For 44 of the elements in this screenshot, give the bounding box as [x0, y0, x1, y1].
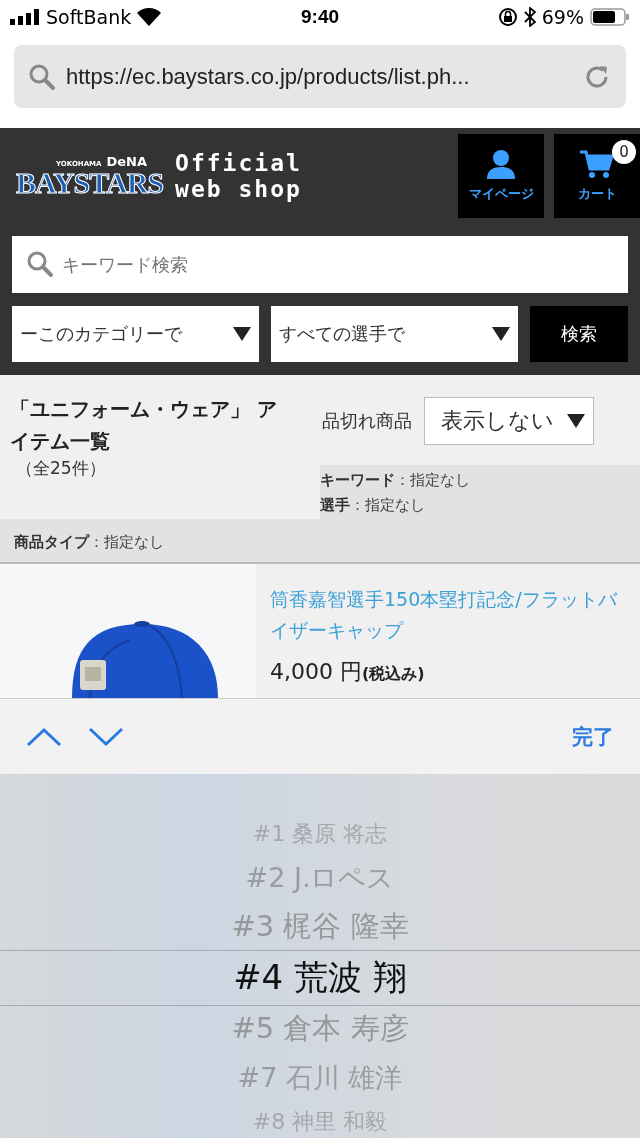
item-count: （全25件） [15, 457, 107, 480]
wifi-icon [137, 8, 162, 26]
picker-option[interactable]: #7 石川 雄洋 [0, 1052, 640, 1103]
product-link[interactable]: 筒香嘉智選手150本塁打記念/フラットバイザーキャップ [270, 584, 630, 647]
previous-button[interactable] [26, 726, 62, 747]
shop-title: Official [175, 149, 302, 176]
caret-icon [492, 327, 510, 341]
next-button[interactable] [88, 726, 124, 747]
player-select[interactable]: すべての選手で [271, 306, 518, 362]
picker-option[interactable]: #3 梶谷 隆幸 [0, 903, 640, 951]
battery-icon [590, 8, 630, 26]
filter-text: 選手：指定なし [320, 496, 426, 515]
listing-title: 「ユニフォーム・ウェア」 アイテム一覧 [9, 396, 278, 455]
person-icon [485, 149, 517, 179]
rotation-lock-icon [497, 7, 518, 27]
soldout-select[interactable]: 表示しない [424, 397, 594, 445]
done-button[interactable]: 完了 [572, 722, 614, 751]
search-icon [28, 62, 56, 91]
cart-button[interactable]: カート 0 [554, 134, 640, 218]
caret-icon [567, 414, 585, 428]
carrier-name: SoftBank [46, 6, 132, 28]
category-select[interactable]: ーこのカテゴリーで [12, 306, 259, 362]
product-price: 4,000 円(税込み) [270, 657, 426, 686]
signal-icon [10, 9, 40, 25]
team-logo[interactable]: BAYSTARS [16, 167, 164, 198]
mypage-button[interactable]: マイページ [458, 134, 544, 218]
soldout-label: 品切れ商品 [322, 409, 412, 433]
bluetooth-icon [523, 7, 536, 27]
shop-title: web shop [175, 176, 302, 203]
picker-option[interactable]: #2 J.ロペス [0, 853, 640, 904]
filter-text: 商品タイプ：指定なし [14, 533, 164, 551]
picker-option[interactable]: #4 荒波 翔 [0, 950, 640, 1006]
battery-percent: 69% [541, 6, 584, 28]
url-text: https://ec.baystars.co.jp/products/list.ph... [66, 63, 471, 90]
picker-option[interactable]: #5 倉本 寿彦 [0, 1005, 640, 1053]
caret-icon [233, 327, 251, 341]
cart-count: 0 [612, 140, 636, 164]
keyword-field[interactable]: キーワード検索 [12, 236, 628, 293]
address-bar[interactable]: https://ec.baystars.co.jp/products/list.ph... [14, 45, 626, 108]
clock-time: 9:40 [301, 6, 339, 28]
filter-text: キーワード：指定なし [320, 471, 471, 490]
logo-text: DeNA [106, 154, 148, 168]
cart-icon [580, 149, 614, 179]
search-button[interactable]: 検索 [530, 306, 628, 362]
